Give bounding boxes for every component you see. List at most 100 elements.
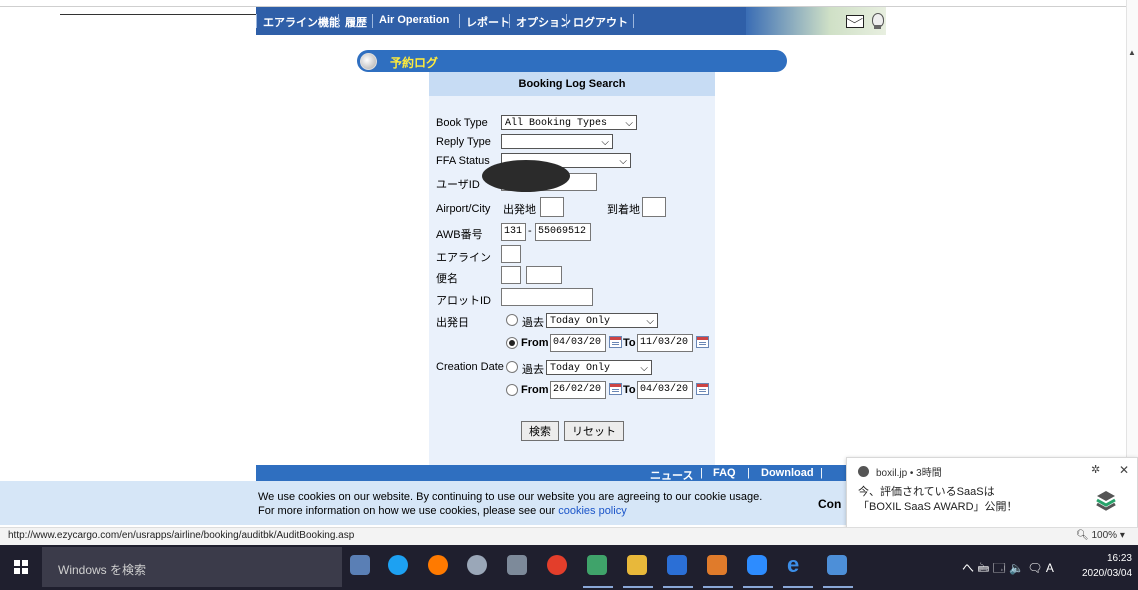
creation-to-input[interactable]: 04/03/20: [637, 381, 693, 399]
active-indicator: [783, 586, 813, 588]
network-app-icon[interactable]: [827, 555, 847, 575]
footer-separator: |: [747, 467, 750, 479]
cookie-message-more: For more information on how we use cooki…: [258, 505, 627, 517]
close-icon[interactable]: ✕: [1119, 463, 1129, 477]
reply-type-select[interactable]: ⌵: [501, 134, 613, 149]
creation-past-select[interactable]: Today Only ⌵: [546, 360, 652, 375]
footer-separator: |: [820, 467, 823, 479]
image-app-icon[interactable]: [587, 555, 607, 575]
calendar-icon[interactable]: [696, 336, 709, 348]
airline-input[interactable]: [501, 245, 521, 263]
search-panel: [429, 72, 715, 467]
redaction-mark: [482, 160, 570, 192]
departure-from-input[interactable]: 04/03/20: [550, 334, 606, 352]
footer-faq-link[interactable]: FAQ: [713, 467, 736, 479]
calendar-icon[interactable]: [696, 383, 709, 395]
clock-time[interactable]: 16:23: [1098, 553, 1132, 564]
footer-download-link[interactable]: Download: [761, 467, 814, 479]
active-indicator: [703, 586, 733, 588]
origin-label: 出発地: [503, 204, 536, 216]
creation-date-label: Creation Date: [436, 361, 504, 373]
active-indicator: [583, 586, 613, 588]
departure-from-label: From: [521, 337, 549, 349]
destination-label: 到着地: [607, 204, 640, 216]
search-button[interactable]: 検索: [521, 421, 559, 441]
nav-history[interactable]: 履歴: [338, 14, 367, 29]
active-indicator: [743, 586, 773, 588]
vertical-scrollbar[interactable]: [1126, 0, 1138, 500]
creation-from-label: From: [521, 384, 549, 396]
scroll-up-icon[interactable]: ▲: [1128, 48, 1136, 57]
departure-from-radio[interactable]: [506, 337, 518, 349]
app-icon[interactable]: [507, 555, 527, 575]
skype-icon[interactable]: [388, 555, 408, 575]
creation-past-radio[interactable]: [506, 361, 518, 373]
folder-icon[interactable]: [627, 555, 647, 575]
firefox-icon[interactable]: [428, 555, 448, 575]
departure-past-radio[interactable]: [506, 314, 518, 326]
taskbar-search-placeholder: Windows を検索: [58, 563, 147, 577]
chevron-down-icon: ⌵: [619, 156, 627, 167]
nav-air-operation[interactable]: Air Operation: [372, 14, 449, 28]
chevron-down-icon: ⌵: [601, 137, 609, 148]
boxil-logo-icon: [1096, 491, 1116, 511]
departure-to-label: To: [623, 337, 636, 349]
chrome-icon[interactable]: [547, 555, 567, 575]
dictionary-icon[interactable]: [667, 555, 687, 575]
internet-explorer-icon[interactable]: e: [787, 554, 807, 576]
nav-options[interactable]: オプション: [509, 14, 571, 29]
destination-input[interactable]: [642, 197, 666, 217]
flight-carrier-input[interactable]: [501, 266, 521, 284]
departure-past-select[interactable]: Today Only ⌵: [546, 313, 658, 328]
creation-from-radio[interactable]: [506, 384, 518, 396]
zoom-level[interactable]: 🔍︎ 100% ▾: [1076, 530, 1125, 541]
nav-decoration: [746, 7, 886, 35]
origin-input[interactable]: [540, 197, 564, 217]
zoom-app-icon[interactable]: [747, 555, 767, 575]
departure-label: 出発日: [436, 317, 469, 329]
ffa-status-label: FFA Status: [436, 155, 490, 167]
mail-icon[interactable]: [846, 15, 864, 28]
chrome-icon: [858, 466, 869, 477]
footer-separator: |: [700, 467, 703, 479]
gear-icon[interactable]: ✲: [1091, 463, 1100, 476]
cookie-continue-button[interactable]: Con: [818, 497, 841, 511]
calendar-icon[interactable]: [609, 336, 622, 348]
file-manager-icon[interactable]: [350, 555, 370, 575]
reset-button[interactable]: リセット: [564, 421, 624, 441]
active-indicator: [623, 586, 653, 588]
flight-label: 便名: [436, 273, 458, 285]
footer-bar: [256, 465, 846, 481]
airline-label: エアライン: [436, 252, 491, 264]
calendar-icon[interactable]: [609, 383, 622, 395]
awb-number-input[interactable]: 55069512: [535, 223, 591, 241]
notification-line2: 「BOXIL SaaS AWARD」公開！: [858, 501, 1018, 513]
active-indicator: [663, 586, 693, 588]
awb-prefix-input[interactable]: 131: [501, 223, 526, 241]
section-title: 予約ログ: [390, 56, 439, 70]
flight-number-input[interactable]: [526, 266, 562, 284]
nav-report[interactable]: レポート: [459, 14, 510, 29]
book-type-select[interactable]: All Booking Types ⌵: [501, 115, 637, 130]
powerpoint-icon[interactable]: [707, 555, 727, 575]
departure-past-label: 過去: [522, 317, 544, 329]
cookie-message: We use cookies on our website. By contin…: [258, 491, 763, 503]
panel-title: Booking Log Search: [429, 72, 715, 96]
notification-source: boxil.jp • 3時間: [876, 468, 942, 479]
chevron-down-icon: ⌵: [640, 363, 648, 374]
nav-logout[interactable]: ログアウト: [566, 14, 634, 29]
cookies-policy-link[interactable]: cookies policy: [558, 505, 626, 517]
system-tray[interactable]: へ 🖮 🗔 🔈 🗨 A: [962, 559, 1054, 580]
windows-start-icon[interactable]: [14, 560, 28, 574]
creation-from-input[interactable]: 26/02/20: [550, 381, 606, 399]
chevron-down-icon: ⌵: [625, 118, 633, 129]
allotment-label: アロットID: [436, 295, 491, 307]
allotment-input[interactable]: [501, 288, 593, 306]
clock-date[interactable]: 2020/03/04: [1082, 568, 1132, 579]
departure-to-input[interactable]: 11/03/20: [637, 334, 693, 352]
book-type-label: Book Type: [436, 117, 488, 129]
nav-airline-functions[interactable]: エアライン機能: [256, 14, 340, 29]
tool-icon[interactable]: [467, 555, 487, 575]
main-nav: エアライン機能 履歴 Air Operation レポート オプション ログアウ…: [256, 7, 746, 35]
creation-to-label: To: [623, 384, 636, 396]
